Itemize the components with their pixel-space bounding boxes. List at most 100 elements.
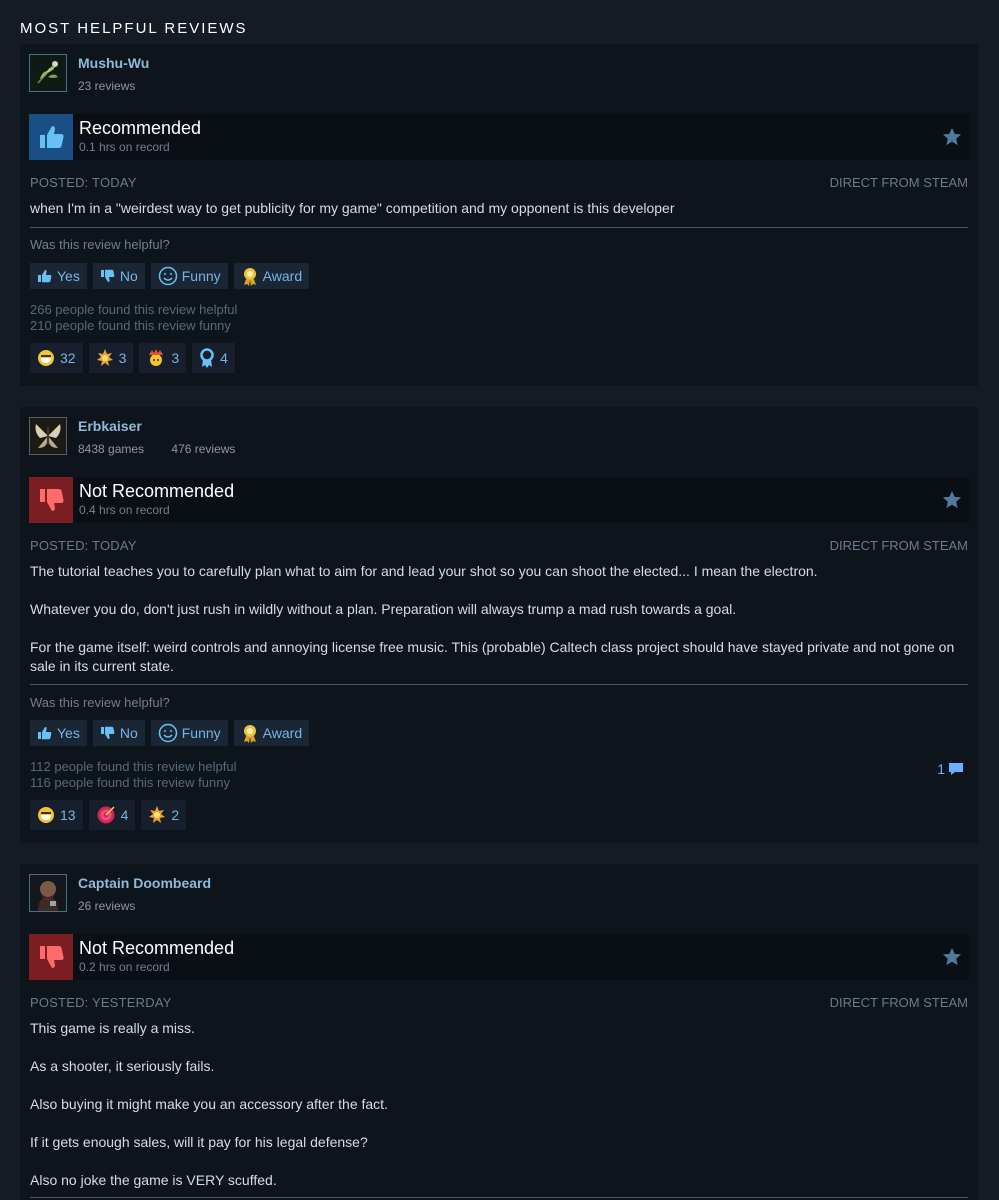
- review-body: The tutorial teaches you to carefully pl…: [30, 562, 965, 676]
- review-card: Mushu-Wu 23 reviews Recommended 0.1 hrs …: [20, 44, 978, 386]
- review-paragraph: As a shooter, it seriously fails.: [30, 1058, 215, 1074]
- review-source: DIRECT FROM STEAM: [829, 538, 968, 553]
- section-title: MOST HELPFUL REVIEWS: [20, 20, 248, 37]
- award-item[interactable]: 13: [30, 800, 83, 830]
- review-source: DIRECT FROM STEAM: [829, 995, 968, 1010]
- posted-date: POSTED: TODAY: [30, 538, 137, 553]
- review-body: when I'm in a "weirdest way to get publi…: [30, 199, 965, 218]
- review-paragraph: Whatever you do, don't just rush in wild…: [30, 601, 737, 617]
- comment-bubble-icon: [949, 763, 963, 775]
- yes-label: Yes: [57, 725, 80, 741]
- author-stats: 26 reviews: [78, 899, 135, 913]
- hours-on-record: 0.4 hrs on record: [79, 503, 170, 517]
- award-count: 3: [118, 350, 127, 366]
- vote-buttons: Yes No Funny Award: [30, 263, 310, 289]
- no-label: No: [119, 268, 138, 284]
- yes-label: Yes: [57, 268, 80, 284]
- vote-no-button[interactable]: No: [92, 720, 145, 746]
- posted-date: POSTED: YESTERDAY: [30, 995, 172, 1010]
- author-stats: 23 reviews: [78, 79, 135, 93]
- award-count: 4: [220, 350, 228, 366]
- award-icon: [243, 725, 256, 743]
- thumbs-down-icon: [100, 726, 115, 739]
- funny-count: 116 people found this review funny: [30, 775, 230, 790]
- divider: [30, 1197, 968, 1198]
- verdict-label: Not Recommended: [79, 481, 235, 501]
- avatar[interactable]: [29, 54, 67, 92]
- comment-count: 1: [937, 761, 945, 777]
- author-stats: 8438 games 476 reviews: [78, 442, 235, 456]
- award-label: Award: [262, 268, 303, 284]
- no-label: No: [119, 725, 138, 741]
- award-count: 4: [120, 807, 129, 823]
- award-item[interactable]: 3: [88, 343, 134, 373]
- verdict-label: Recommended: [79, 118, 202, 138]
- award-list: 13 4 2: [30, 800, 187, 830]
- vote-yes-button[interactable]: Yes: [30, 720, 87, 746]
- reviews-count[interactable]: 23 reviews: [78, 79, 135, 93]
- verdict-bar: Not Recommended 0.2 hrs on record: [29, 934, 969, 980]
- bullseye-icon: [97, 806, 115, 824]
- award-button[interactable]: Award: [233, 263, 310, 289]
- author-name[interactable]: Captain Doombeard: [78, 875, 211, 891]
- golden-burst-icon: [149, 806, 166, 823]
- vote-no-button[interactable]: No: [92, 263, 145, 289]
- funny-label: Funny: [181, 725, 221, 741]
- helpful-question: Was this review helpful?: [30, 695, 170, 710]
- review-card: Captain Doombeard 26 reviews Not Recomme…: [20, 864, 978, 1200]
- review-card: Erbkaiser 8438 games 476 reviews Not Rec…: [20, 407, 978, 843]
- award-item[interactable]: 32: [30, 343, 83, 373]
- avatar[interactable]: [29, 874, 67, 912]
- thumbs-down-icon: [100, 269, 115, 282]
- award-item[interactable]: 3: [139, 343, 187, 373]
- star-icon[interactable]: [941, 946, 963, 968]
- review-paragraph: The tutorial teaches you to carefully pl…: [30, 563, 818, 579]
- award-item[interactable]: 2: [141, 800, 187, 830]
- star-icon[interactable]: [941, 489, 963, 511]
- vote-buttons: Yes No Funny Award: [30, 720, 310, 746]
- funny-label: Funny: [181, 268, 221, 284]
- thumbs-up-icon: [38, 270, 52, 283]
- hours-on-record: 0.1 hrs on record: [79, 140, 170, 154]
- golden-burst-icon: [96, 349, 113, 366]
- author-name[interactable]: Mushu-Wu: [78, 55, 149, 71]
- thumbs-down-icon: [29, 934, 73, 980]
- games-count[interactable]: 8438 games: [78, 442, 144, 456]
- review-paragraph: when I'm in a "weirdest way to get publi…: [30, 200, 675, 216]
- thumbs-down-icon: [29, 477, 73, 523]
- thumbs-up-icon: [38, 727, 52, 740]
- award-button[interactable]: Award: [233, 720, 310, 746]
- author-name[interactable]: Erbkaiser: [78, 418, 142, 434]
- comments-link[interactable]: 1: [937, 761, 964, 777]
- review-stats: 266 people found this review helpful 210…: [30, 302, 237, 334]
- verdict-bar: Not Recommended 0.4 hrs on record: [29, 477, 969, 523]
- verdict-bar: Recommended 0.1 hrs on record: [29, 114, 969, 160]
- reviews-count[interactable]: 476 reviews: [171, 442, 235, 456]
- smiley-icon: [158, 266, 177, 286]
- reviews-count[interactable]: 26 reviews: [78, 899, 135, 913]
- smiley-icon: [158, 723, 177, 743]
- divider: [30, 227, 968, 228]
- grinning-face-icon: [38, 807, 54, 823]
- vote-yes-button[interactable]: Yes: [30, 263, 87, 289]
- divider: [30, 684, 968, 685]
- review-source: DIRECT FROM STEAM: [829, 175, 968, 190]
- mind-blown-icon: [149, 349, 164, 366]
- review-paragraph: If it gets enough sales, will it pay for…: [30, 1134, 368, 1150]
- award-count: 3: [171, 350, 180, 366]
- verdict-label: Not Recommended: [79, 938, 235, 958]
- award-item[interactable]: 4: [88, 800, 136, 830]
- vote-funny-button[interactable]: Funny: [150, 263, 228, 289]
- review-stats: 112 people found this review helpful 116…: [30, 759, 236, 791]
- review-paragraph: This game is really a miss.: [30, 1020, 195, 1036]
- posted-date: POSTED: TODAY: [30, 175, 137, 190]
- star-icon[interactable]: [941, 126, 963, 148]
- award-item[interactable]: 4: [192, 343, 235, 373]
- award-list: 32 3 3 4: [30, 343, 235, 373]
- avatar[interactable]: [29, 417, 67, 455]
- vote-funny-button[interactable]: Funny: [150, 720, 228, 746]
- review-paragraph: Also buying it might make you an accesso…: [30, 1096, 388, 1112]
- award-count: 13: [60, 807, 76, 823]
- review-paragraph: Also no joke the game is VERY scuffed.: [30, 1172, 277, 1188]
- award-count: 32: [60, 350, 76, 366]
